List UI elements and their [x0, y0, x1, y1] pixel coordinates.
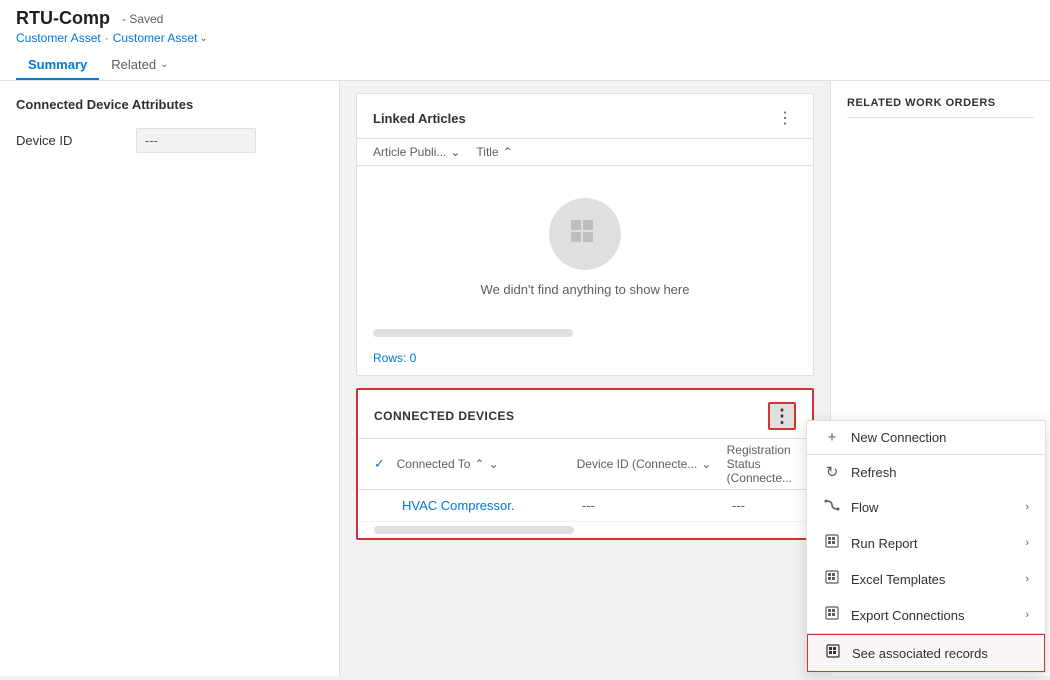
main-content: Connected Device Attributes Device ID --…	[0, 81, 1050, 676]
connected-devices-title: CONNECTED DEVICES	[374, 409, 515, 423]
col-article-publi[interactable]: Article Publi... ⌄	[373, 145, 460, 159]
breadcrumb-label-1: Customer Asset	[16, 31, 101, 45]
col-title-sort: ⌃	[503, 145, 513, 159]
linked-articles-rows-count: Rows: 0	[357, 345, 813, 375]
device-col-header: ✓ Connected To ⌃ ⌄ Device ID (Connecte..…	[358, 438, 812, 490]
col-article-publi-sort: ⌄	[450, 145, 460, 159]
right-panel: RELATED WORK ORDERS	[830, 81, 1050, 676]
device-id-label: Device ID	[16, 133, 136, 148]
tab-summary[interactable]: Summary	[16, 51, 99, 80]
col-device-id[interactable]: Device ID (Connecte... ⌄	[573, 457, 723, 471]
tab-related[interactable]: Related ⌄	[99, 51, 180, 80]
connected-devices-card: CONNECTED DEVICES ⋮ ✓ Connected To ⌃ ⌄ D…	[356, 388, 814, 540]
device-id-cell: ---	[578, 498, 728, 513]
right-panel-divider	[847, 117, 1034, 118]
related-work-orders-title: RELATED WORK ORDERS	[847, 97, 1034, 109]
col-connected-to-label: Connected To	[397, 457, 471, 471]
linked-articles-title: Linked Articles	[373, 111, 466, 126]
col-title-label: Title	[476, 145, 498, 159]
breadcrumb-link-2[interactable]: Customer Asset ⌄	[113, 31, 208, 45]
empty-icon	[549, 198, 621, 270]
col-connected-to-chevron: ⌄	[489, 457, 499, 471]
breadcrumb-chevron: ⌄	[199, 33, 207, 44]
linked-articles-card: Linked Articles ⋮ Article Publi... ⌄ Tit…	[356, 93, 814, 376]
col-reg-status[interactable]: Registration Status (Connecte...	[723, 443, 796, 485]
col-reg-status-label: Registration Status (Connecte...	[727, 443, 792, 485]
linked-articles-empty-state: We didn't find anything to show here	[357, 166, 813, 329]
connected-devices-more-button[interactable]: ⋮	[768, 402, 796, 430]
empty-text: We didn't find anything to show here	[481, 282, 690, 297]
linked-articles-col-header: Article Publi... ⌄ Title ⌃	[357, 139, 813, 166]
col-connected-to[interactable]: Connected To ⌃ ⌄	[393, 457, 573, 471]
col-article-publi-label: Article Publi...	[373, 145, 446, 159]
record-title: RTU-Comp	[16, 8, 110, 29]
tab-related-chevron: ⌄	[160, 59, 168, 70]
hvac-compressor-link[interactable]: HVAC Compressor.	[398, 498, 578, 513]
linked-articles-header: Linked Articles ⋮	[357, 94, 813, 139]
connected-devices-scrollbar[interactable]	[374, 526, 574, 534]
col-device-id-chevron: ⌄	[701, 457, 711, 471]
center-panel: Linked Articles ⋮ Article Publi... ⌄ Tit…	[340, 81, 830, 676]
reg-status-cell: ---	[728, 498, 749, 513]
col-title[interactable]: Title ⌃	[476, 145, 512, 159]
linked-articles-scrollbar[interactable]	[373, 329, 573, 337]
breadcrumb-label-2: Customer Asset	[113, 31, 198, 45]
breadcrumb-sep: ·	[105, 31, 109, 45]
tabs-row: Summary Related ⌄	[16, 51, 1034, 80]
connected-devices-header: CONNECTED DEVICES ⋮	[358, 390, 812, 438]
col-connected-to-sort: ⌃	[474, 457, 484, 471]
device-table-row: HVAC Compressor. --- ---	[358, 490, 812, 522]
record-title-row: RTU-Comp - Saved	[16, 8, 1034, 29]
linked-articles-more-button[interactable]: ⋮	[773, 106, 797, 130]
device-id-field-row: Device ID ---	[16, 128, 323, 153]
breadcrumb: Customer Asset · Customer Asset ⌄	[16, 31, 1034, 45]
top-header: RTU-Comp - Saved Customer Asset · Custom…	[0, 0, 1050, 81]
tab-summary-label: Summary	[28, 57, 87, 72]
left-panel: Connected Device Attributes Device ID --…	[0, 81, 340, 676]
saved-badge: - Saved	[122, 12, 163, 26]
connected-device-attributes-title: Connected Device Attributes	[16, 97, 323, 112]
device-id-value: ---	[136, 128, 256, 153]
col-device-id-label: Device ID (Connecte...	[577, 457, 698, 471]
check-col: ✓	[374, 456, 393, 472]
breadcrumb-link-1[interactable]: Customer Asset	[16, 31, 101, 45]
grid-svg-icon	[567, 216, 603, 252]
tab-related-label: Related	[111, 57, 156, 72]
